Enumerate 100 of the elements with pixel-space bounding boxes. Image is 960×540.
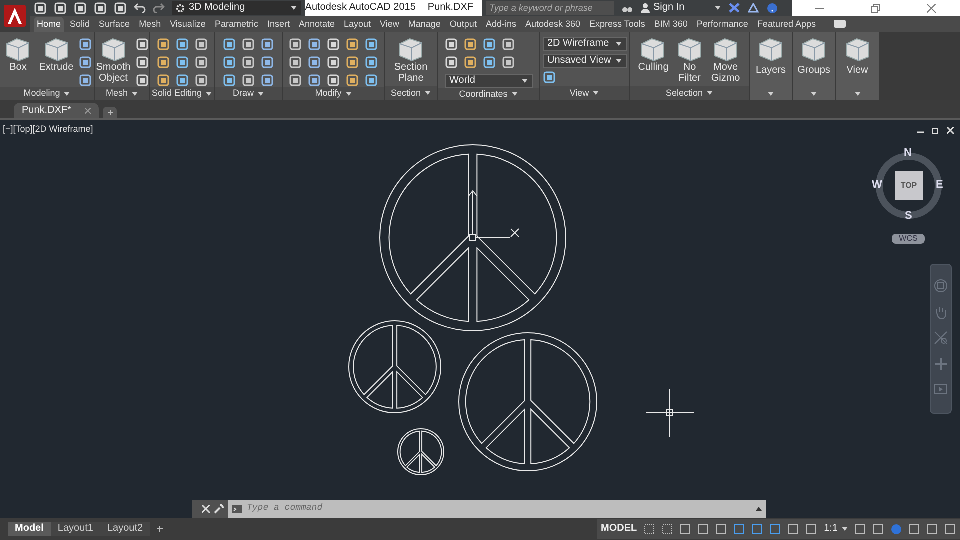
tool-icon[interactable] bbox=[327, 74, 340, 87]
ribbon-tab[interactable]: Visualize bbox=[167, 17, 209, 32]
tool-icon[interactable] bbox=[261, 74, 274, 87]
ribbon-tab[interactable]: Featured Apps bbox=[754, 17, 819, 32]
search-field[interactable]: Type a keyword or phrase bbox=[486, 1, 614, 15]
ribbon-tab[interactable]: Performance bbox=[694, 17, 752, 32]
command-field[interactable]: Type a command bbox=[228, 500, 766, 518]
viewport-controls-label[interactable]: [−][Top][2D Wireframe] bbox=[3, 125, 94, 134]
tool-icon[interactable] bbox=[444, 56, 458, 69]
tool-icon[interactable] bbox=[289, 74, 302, 87]
ribbon-tab[interactable]: View bbox=[377, 17, 402, 32]
ribbon-button[interactable]: Box bbox=[2, 36, 34, 73]
dropdown[interactable]: 2D Wireframe bbox=[542, 37, 626, 51]
tool-icon[interactable] bbox=[289, 56, 302, 69]
tool-icon[interactable] bbox=[136, 56, 149, 69]
ribbon-tab[interactable]: Surface bbox=[96, 17, 134, 32]
wcs-menu[interactable]: WCS bbox=[892, 234, 925, 244]
tool-icon[interactable] bbox=[194, 38, 208, 51]
panel-title[interactable]: Coordinates bbox=[438, 88, 539, 100]
tool-icon[interactable] bbox=[482, 38, 496, 51]
tool-icon[interactable] bbox=[78, 56, 92, 69]
caret-up-icon[interactable] bbox=[756, 507, 762, 511]
tool-icon[interactable] bbox=[308, 74, 321, 87]
ribbon-button[interactable]: No Filter bbox=[674, 36, 706, 84]
ribbon-tab[interactable]: BIM 360 bbox=[651, 17, 691, 32]
tool-icon[interactable] bbox=[308, 38, 321, 51]
ribbon-button[interactable]: Move Gizmo bbox=[710, 36, 742, 84]
exchange-icon[interactable] bbox=[728, 3, 740, 13]
tool-icon[interactable] bbox=[464, 38, 476, 51]
tool-icon[interactable] bbox=[502, 38, 514, 51]
tool-icon[interactable] bbox=[223, 38, 236, 51]
tool-icon[interactable] bbox=[308, 56, 321, 69]
tool-icon[interactable] bbox=[223, 74, 236, 87]
tool-icon[interactable] bbox=[156, 56, 170, 69]
ribbon-tab[interactable]: Add-ins bbox=[482, 17, 520, 32]
restore-icon[interactable] bbox=[932, 127, 939, 134]
tool-icon[interactable] bbox=[74, 2, 87, 14]
tool-icon[interactable] bbox=[94, 2, 107, 14]
file-tab[interactable]: Punk.DXF* bbox=[14, 103, 99, 118]
tool-icon[interactable] bbox=[194, 56, 208, 69]
tool-icon[interactable] bbox=[242, 74, 255, 87]
panel-title[interactable]: Solid Editing bbox=[150, 87, 214, 100]
tool-icon[interactable] bbox=[78, 38, 92, 51]
tool-icon[interactable] bbox=[156, 38, 170, 51]
tool-icon[interactable] bbox=[194, 74, 208, 87]
prompt-icon[interactable] bbox=[232, 504, 243, 514]
new-tab-button[interactable] bbox=[103, 107, 117, 118]
redo-icon[interactable] bbox=[153, 3, 165, 13]
tool-icon[interactable] bbox=[346, 56, 359, 69]
ribbon-panel-button[interactable]: Layers bbox=[756, 36, 786, 76]
compass-west[interactable]: W bbox=[872, 180, 882, 191]
tool-icon[interactable] bbox=[327, 56, 340, 69]
ribbon-panel-button[interactable]: View bbox=[842, 36, 872, 76]
tool-icon[interactable] bbox=[34, 2, 47, 14]
workspace-dropdown[interactable]: 3D Modeling bbox=[172, 1, 301, 15]
tool-icon[interactable] bbox=[502, 56, 514, 69]
tool-icon[interactable] bbox=[78, 74, 92, 87]
ribbon-tab[interactable]: Express Tools bbox=[586, 17, 648, 32]
tool-icon[interactable] bbox=[176, 74, 188, 87]
panel-title[interactable]: Section bbox=[385, 86, 437, 100]
viewcube-face[interactable]: TOP bbox=[895, 171, 923, 200]
tool-icon[interactable] bbox=[242, 38, 255, 51]
undo-icon[interactable] bbox=[134, 3, 146, 13]
compass-north[interactable]: N bbox=[904, 148, 912, 159]
tool-icon[interactable] bbox=[327, 38, 340, 51]
tool-icon[interactable] bbox=[464, 56, 476, 69]
tool-icon[interactable] bbox=[482, 56, 496, 69]
tool-icon[interactable] bbox=[176, 56, 188, 69]
ribbon-tab[interactable]: Autodesk 360 bbox=[522, 17, 584, 32]
ribbon-button[interactable]: Extrude bbox=[38, 36, 75, 73]
tool-icon[interactable] bbox=[156, 74, 170, 87]
dropdown[interactable]: World bbox=[444, 74, 532, 88]
ribbon-tab[interactable]: Output bbox=[446, 17, 480, 32]
tool-icon[interactable] bbox=[223, 56, 236, 69]
compass-east[interactable]: E bbox=[936, 180, 944, 191]
tool-icon[interactable] bbox=[114, 2, 127, 14]
ribbon-button[interactable]: Section Plane bbox=[393, 36, 429, 84]
layout-tab[interactable]: Layout2 bbox=[100, 522, 150, 536]
tool-icon[interactable] bbox=[444, 38, 458, 51]
ribbon-button[interactable]: Smooth Object bbox=[95, 36, 132, 84]
ribbon-panel-button[interactable]: Groups bbox=[798, 36, 830, 76]
tool-icon[interactable] bbox=[261, 38, 274, 51]
command-input[interactable]: Type a command bbox=[247, 502, 752, 516]
annotation-scale[interactable]: 1:1 bbox=[824, 524, 848, 534]
sign-in-button[interactable]: Sign In bbox=[640, 3, 720, 13]
panel-title[interactable]: Selection bbox=[630, 86, 749, 100]
help-icon[interactable] bbox=[766, 2, 778, 14]
ribbon-tab[interactable]: Layout bbox=[341, 17, 374, 32]
panel-title[interactable]: Draw bbox=[215, 87, 282, 100]
tool-icon[interactable] bbox=[365, 38, 378, 51]
tool-icon[interactable] bbox=[346, 38, 359, 51]
ribbon-button[interactable]: Culling bbox=[637, 36, 670, 73]
tool-icon[interactable] bbox=[261, 56, 274, 69]
panel-title[interactable]: View bbox=[540, 86, 629, 100]
tool-icon[interactable] bbox=[176, 38, 188, 51]
tool-icon[interactable] bbox=[542, 71, 556, 84]
tool-icon[interactable] bbox=[136, 38, 149, 51]
tool-icon[interactable] bbox=[289, 38, 302, 51]
ribbon-tab[interactable]: Annotate bbox=[296, 17, 338, 32]
application-menu-button[interactable] bbox=[0, 0, 30, 32]
